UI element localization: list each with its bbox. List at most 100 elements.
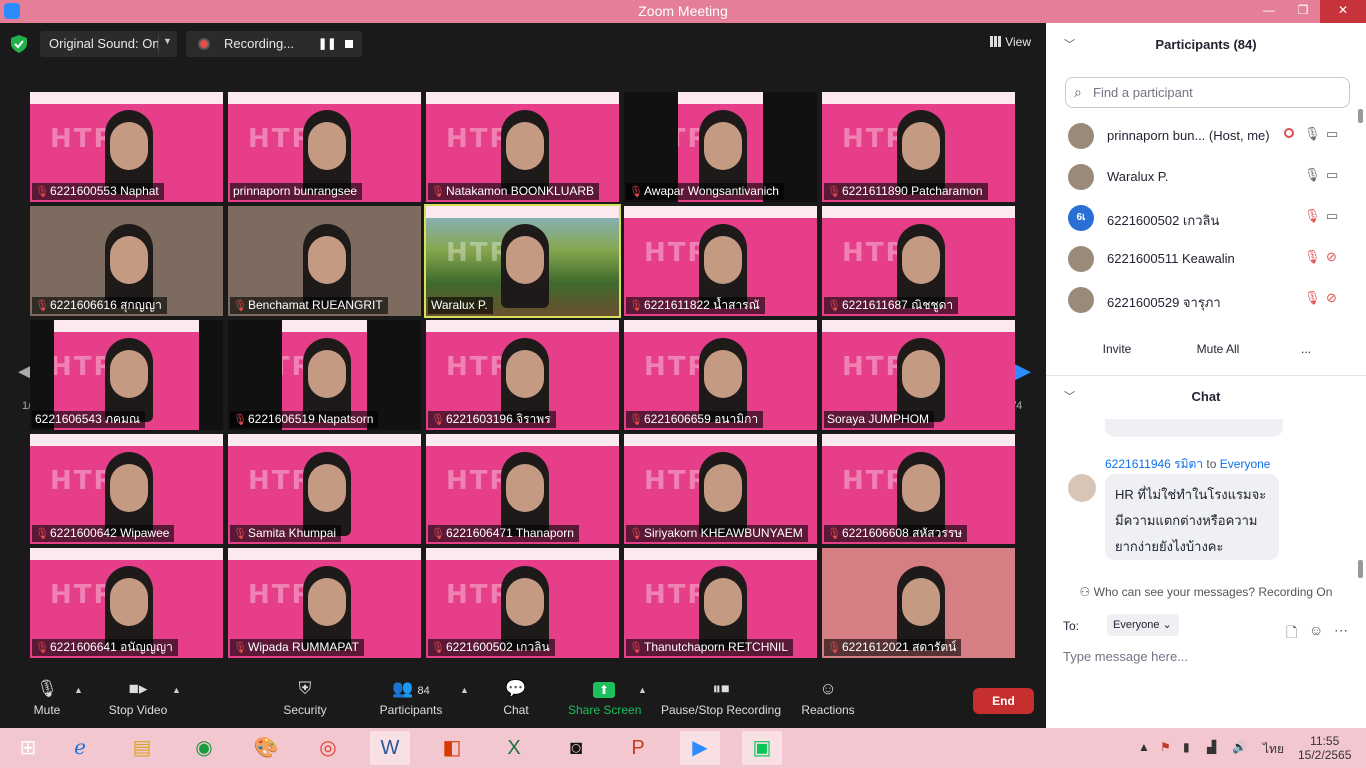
encryption-shield-icon[interactable] (11, 35, 27, 53)
video-tile[interactable]: HTR 🎙6221600642 Wipawee (30, 434, 223, 544)
video-camera-icon[interactable]: ▭ (1326, 126, 1338, 142)
collapse-chevron-icon[interactable]: ﹀ (1064, 23, 1075, 67)
network-signal-icon[interactable]: ▟ (1207, 740, 1216, 754)
mute-all-button[interactable]: Mute All (1186, 336, 1250, 362)
system-clock[interactable]: 11:55 15/2/2565 (1298, 734, 1351, 762)
stop-video-button[interactable]: ■▸ Stop Video (104, 679, 172, 717)
file-explorer-icon[interactable]: ▤ (122, 731, 162, 765)
participant-search-input[interactable]: ⌕ Find a participant (1065, 77, 1350, 108)
participant-row[interactable]: prinnaporn bun... (Host, me) 🎙 ▭ (1046, 117, 1356, 158)
chrome-icon[interactable]: ◎ (308, 731, 348, 765)
video-tile[interactable]: HTR 🎙6221603196 จิราพร (426, 320, 619, 430)
paint-icon[interactable]: 🎨 (246, 731, 286, 765)
stop-recording-icon[interactable] (345, 40, 353, 48)
video-tile[interactable]: HTR 🎙6221611890 Patcharamon (822, 92, 1015, 202)
video-tile[interactable]: HTR 🎙6221600553 Naphat (30, 92, 223, 202)
reactions-button[interactable]: ☺ Reactions (800, 679, 856, 717)
collapse-chevron-icon[interactable]: ﹀ (1064, 375, 1075, 419)
microphone-icon[interactable]: 🎙 (1304, 167, 1321, 183)
video-camera-icon[interactable]: ▭ (1326, 208, 1338, 224)
video-tile[interactable]: HTR 🎙Thanutchaporn RETCHNIL (624, 548, 817, 658)
video-tile[interactable]: HTR prinnaporn bunrangsee (228, 92, 421, 202)
share-screen-button[interactable]: ⬆ Share Screen (568, 679, 641, 717)
video-tile[interactable]: HTR Waralux P. (424, 204, 621, 318)
video-tile[interactable]: HTR 🎙6221606659 อนามิกา (624, 320, 817, 430)
video-tile[interactable]: HTR 🎙6221606471 Thanaporn (426, 434, 619, 544)
pause-stop-recording-button[interactable]: ⏸⏹ Pause/Stop Recording (660, 679, 782, 717)
video-tile[interactable]: HTR🎙6221612021 สดารัตน์ (822, 548, 1015, 658)
webex-icon[interactable]: ◙ (556, 731, 596, 765)
video-tile[interactable]: HTR 🎙6221606641 อนัญญญา (30, 548, 223, 658)
end-meeting-button[interactable]: End (973, 688, 1034, 714)
volume-icon[interactable]: 🔊 (1232, 740, 1247, 754)
security-button[interactable]: ⛨ Security (280, 679, 330, 717)
participant-row[interactable]: 6221600529 จารุภา 🎙 ⊘ (1046, 281, 1356, 322)
muted-mic-icon[interactable]: 🎙 (1304, 290, 1321, 306)
word-icon[interactable]: W (370, 731, 410, 765)
participants-button[interactable]: 👥 84 Participants (378, 679, 444, 717)
video-tile[interactable]: HTR 🎙6221611687 ณิชชูดา (822, 206, 1015, 316)
video-tile[interactable]: HTR 🎙Siriyakorn KHEAWBUNYAEM (624, 434, 817, 544)
pause-recording-icon[interactable]: ❚❚ (318, 37, 336, 50)
video-tile[interactable]: HTR 🎙Natakamon BOONKLUARB (426, 92, 619, 202)
minimize-button[interactable]: — (1252, 0, 1286, 23)
internet-explorer-icon[interactable]: ℯ (60, 731, 100, 765)
muted-mic-icon[interactable]: 🎙 (1304, 249, 1321, 265)
video-tile[interactable]: HTR Soraya JUMPHOM (822, 320, 1015, 430)
show-hidden-icons-caret[interactable]: ▲ (1138, 740, 1150, 754)
participant-name-label: 🎙Wipada RUMMAPAT (230, 639, 364, 656)
participants-options-caret[interactable]: ▲ (460, 685, 469, 695)
video-tile[interactable]: HTR🎙Benchamat RUEANGRIT (228, 206, 421, 316)
battery-icon[interactable]: ▮ (1183, 740, 1190, 754)
participant-row[interactable]: 6221600511 Keawalin 🎙 ⊘ (1046, 240, 1356, 281)
chat-message-input[interactable]: Type message here... (1063, 649, 1188, 664)
maximize-button[interactable]: ❐ (1286, 0, 1320, 23)
line-taskbar-icon[interactable]: ▣ (742, 731, 782, 765)
share-options-caret[interactable]: ▲ (638, 685, 647, 695)
video-tile[interactable]: HTR 🎙6221600502 เกวลิน (426, 548, 619, 658)
video-tile[interactable]: HTR 🎙Wipada RUMMAPAT (228, 548, 421, 658)
participant-row[interactable]: 6เ 6221600502 เกวลิน 🎙 ▭ (1046, 199, 1356, 240)
view-button[interactable]: View (990, 35, 1031, 49)
video-tile[interactable]: HTR🎙Awapar Wongsantivanich (624, 92, 817, 202)
audio-options-caret[interactable]: ▲ (74, 685, 83, 695)
close-window-button[interactable]: ✕ (1320, 0, 1366, 23)
notification-flag-icon[interactable]: ⚑ (1160, 740, 1171, 754)
invite-button[interactable]: Invite (1092, 336, 1142, 362)
muted-mic-icon[interactable]: 🎙 (1304, 208, 1321, 224)
zoom-taskbar-icon[interactable]: ▶ (680, 731, 720, 765)
line-app-icon[interactable]: ◉ (184, 731, 224, 765)
video-tile[interactable]: HTR 🎙Samita Khumpai (228, 434, 421, 544)
powerpoint-icon[interactable]: P (618, 731, 658, 765)
video-tile[interactable]: HTR 6221606543 ภคมณ (30, 320, 223, 430)
more-icon[interactable]: ⋯ (1334, 622, 1348, 639)
participant-row[interactable]: Waralux P. 🎙 ▭ (1046, 158, 1356, 199)
emoji-icon[interactable]: ☺ (1309, 622, 1323, 638)
participant-name: 6221611822 น้ำสารณั (644, 298, 760, 312)
office-icon[interactable]: ◧ (432, 731, 472, 765)
video-tile[interactable]: HTR 🎙6221606608 สหัสวรรษ (822, 434, 1015, 544)
who-can-see-link[interactable]: ⚇ Who can see your messages? Recording O… (1046, 585, 1366, 599)
original-sound-toggle[interactable]: Original Sound: On ▼ (40, 31, 177, 57)
chat-scrollbar[interactable] (1358, 560, 1363, 578)
participants-scrollbar[interactable] (1358, 109, 1363, 123)
video-tile[interactable]: HTR🎙6221606519 Napatsorn (228, 320, 421, 430)
windows-start-icon[interactable]: ⊞ (8, 731, 48, 765)
video-camera-icon[interactable]: ▭ (1326, 167, 1338, 183)
mute-button[interactable]: 🎙 Mute (30, 679, 64, 717)
sender-name[interactable]: 6221611946 รมิตา (1105, 457, 1203, 471)
chevron-down-icon[interactable]: ▼ (163, 36, 172, 46)
video-tile[interactable]: HTR🎙6221606616 สุกญญา (30, 206, 223, 316)
microphone-icon[interactable]: 🎙 (1304, 126, 1321, 142)
file-icon[interactable]: 🗋 (1286, 622, 1297, 646)
video-options-caret[interactable]: ▲ (172, 685, 181, 695)
input-language[interactable]: ไทย (1263, 740, 1284, 759)
video-off-icon[interactable]: ⊘ (1326, 249, 1337, 265)
video-off-icon[interactable]: ⊘ (1326, 290, 1337, 306)
recipient-select[interactable]: Everyone ⌄ (1107, 614, 1179, 636)
excel-icon[interactable]: X (494, 731, 534, 765)
video-tile[interactable]: HTR 🎙6221611822 น้ำสารณั (624, 206, 817, 316)
more-options-button[interactable]: ... (1294, 336, 1318, 362)
chat-button[interactable]: 💬 Chat (500, 679, 532, 717)
search-icon: ⌕ (1074, 84, 1082, 100)
